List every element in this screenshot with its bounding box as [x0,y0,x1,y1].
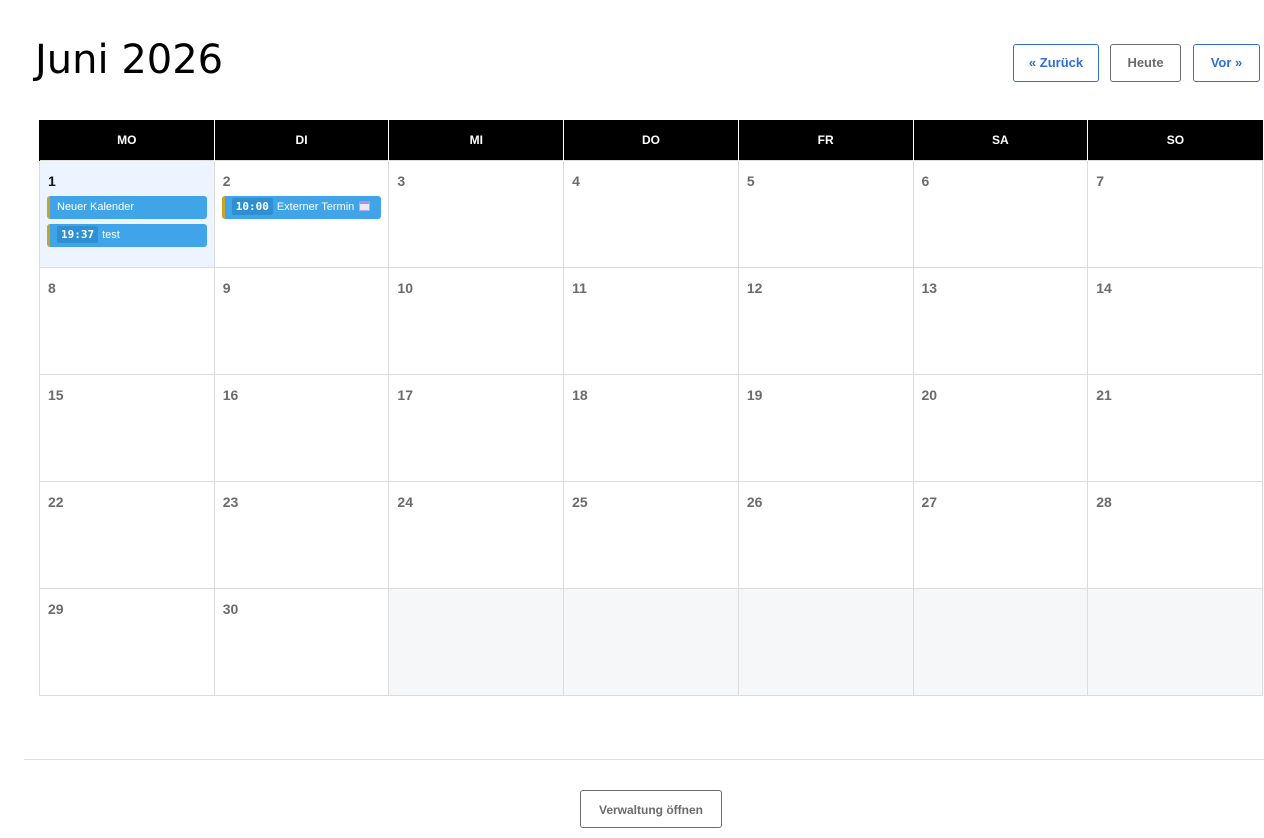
weekday-header: DI [213,120,389,161]
calendar-day-cell[interactable]: 11 [563,267,739,375]
day-number: 9 [222,280,231,296]
event-time: 10:00 [231,198,273,215]
day-number: 17 [397,387,413,403]
weekday-header: MI [388,120,564,161]
calendar-day-cell[interactable]: 6 [912,160,1089,268]
calendar-day-cell[interactable]: 3 [388,160,565,268]
prev-month-button[interactable]: « Zurück [1013,44,1099,82]
next-month-button[interactable]: Vor » [1193,44,1260,82]
day-number: 22 [48,494,64,510]
weekday-header: MO [39,120,215,161]
weekday-header: FR [737,120,914,161]
calendar-day-cell[interactable]: 19 [737,374,914,482]
weekday-header: SO [1087,120,1263,161]
calendar-day-empty [563,588,739,696]
event-time: 19:37 [57,226,99,243]
day-number: 12 [746,280,763,296]
calendar-day-cell[interactable]: 30 [213,588,390,696]
day-number: 6 [921,173,930,189]
today-button[interactable]: Heute [1110,44,1181,82]
calendar-day-cell[interactable]: 2 10:00 Externer Termin [213,160,390,268]
calendar-day-cell[interactable]: 7 [1087,160,1263,268]
calendar-day-cell[interactable]: 27 [912,481,1089,589]
calendar-week-row: 29 30 [39,588,1263,696]
calendar-day-cell[interactable]: 17 [388,374,565,482]
calendar-day-empty [912,588,1089,696]
calendar-day-cell[interactable]: 21 [1087,374,1263,482]
calendar-day-empty [388,588,565,696]
day-number: 2 [222,173,231,189]
day-number: 18 [572,387,588,403]
calendar-week-row: 1 Neuer Kalender 19:37 test 2 10:00 Externer T… [39,160,1263,268]
calendar-week-row: 15 16 17 18 19 20 21 [39,374,1263,482]
calendar-day-cell[interactable]: 29 [39,588,215,696]
day-number: 19 [746,387,763,403]
day-events: Neuer Kalender 19:37 test [47,196,207,247]
calendar-day-cell[interactable]: 13 [912,267,1089,375]
calendar-page: Juni 2026 « Zurück Heute Vor » MO DI MI … [0,0,1264,838]
day-number: 3 [397,173,406,189]
calendar-day-cell[interactable]: 16 [213,374,390,482]
day-number: 28 [1096,494,1112,510]
day-number: 5 [746,173,755,189]
calendar-day-cell[interactable]: 22 [39,481,215,589]
day-number: 23 [222,494,239,510]
calendar-day-cell[interactable]: 20 [912,374,1089,482]
calendar-day-cell[interactable]: 25 [563,481,739,589]
day-number: 27 [921,494,938,510]
event-title: test [102,229,120,241]
calendar-day-cell[interactable]: 8 [39,267,215,375]
calendar-day-cell[interactable]: 14 [1087,267,1263,375]
calendar-day-cell[interactable]: 10 [388,267,565,375]
calendar-day-cell[interactable]: 26 [737,481,914,589]
weekday-header-row: MO DI MI DO FR SA SO [39,120,1263,161]
day-number: 16 [222,387,239,403]
calendar-week-row: 8 9 10 11 12 13 14 [39,267,1263,375]
day-number: 4 [572,173,580,189]
footer-divider [24,759,1264,760]
day-number: 29 [48,601,64,617]
day-number: 21 [1096,387,1112,403]
day-number: 11 [572,280,587,296]
day-number: 24 [397,494,413,510]
calendar-event[interactable]: Neuer Kalender [47,196,207,219]
calendar-day-cell[interactable]: 9 [213,267,390,375]
calendar-day-cell[interactable]: 18 [563,374,739,482]
calendar-week-row: 22 23 24 25 26 27 28 [39,481,1263,589]
day-number: 26 [746,494,763,510]
calendar-day-empty [737,588,914,696]
day-number: 10 [397,280,413,296]
calendar-event[interactable]: 19:37 test [47,224,207,247]
calendar-day-cell[interactable]: 24 [388,481,565,589]
calendar-day-cell[interactable]: 1 Neuer Kalender 19:37 test [39,160,215,268]
calendar-day-cell[interactable]: 4 [563,160,739,268]
day-number: 20 [921,387,938,403]
weekday-header: SA [912,120,1088,161]
month-title: Juni 2026 [35,37,224,83]
event-title: Neuer Kalender [57,201,135,213]
calendar-day-empty [1087,588,1263,696]
day-number: 30 [222,601,239,617]
day-number: 7 [1096,173,1105,189]
open-admin-button[interactable]: Verwaltung öffnen [580,790,722,828]
day-events: 10:00 Externer Termin [221,196,382,219]
day-number: 1 [48,173,56,189]
calendar-day-cell[interactable]: 15 [39,374,215,482]
month-calendar-grid: MO DI MI DO FR SA SO 1 Neuer Kalender 19:3… [39,120,1263,696]
day-number: 14 [1096,280,1112,296]
calendar-day-cell[interactable]: 28 [1087,481,1263,589]
calendar-day-cell[interactable]: 12 [737,267,914,375]
day-number: 25 [572,494,588,510]
weekday-header: DO [563,120,739,161]
day-number: 8 [48,280,56,296]
day-number: 13 [921,280,938,296]
event-title: Externer Termin [276,201,355,213]
calendar-icon [359,201,371,211]
calendar-event[interactable]: 10:00 Externer Termin [221,196,382,219]
calendar-weeks: 1 Neuer Kalender 19:37 test 2 10:00 Externer T… [39,160,1263,696]
calendar-day-cell[interactable]: 5 [737,160,914,268]
day-number: 15 [48,387,64,403]
calendar-day-cell[interactable]: 23 [213,481,390,589]
